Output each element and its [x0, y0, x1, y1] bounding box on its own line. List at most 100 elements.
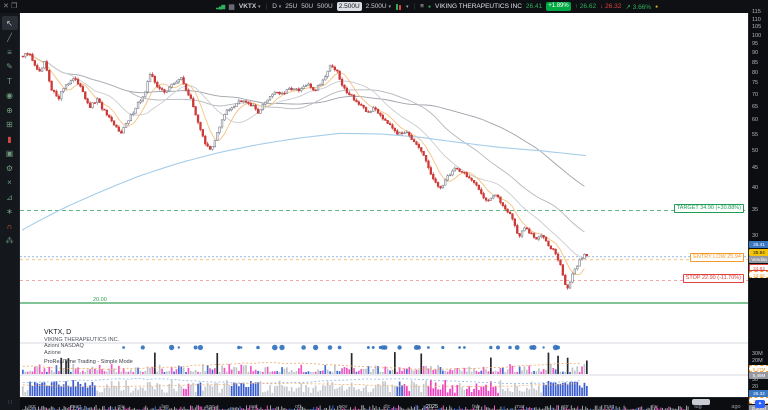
- time-axis-label: mag: [71, 404, 82, 410]
- symbol-logo-icon: ●: [428, 4, 431, 10]
- price-tick: 30: [752, 233, 758, 239]
- entry-level-label[interactable]: ENTRY LOW 25.94: [690, 253, 744, 262]
- layout-grid-icon[interactable]: ▦: [228, 3, 235, 11]
- price-tick: 90: [752, 50, 758, 56]
- cursor-tool-icon[interactable]: ↖: [2, 16, 18, 30]
- time-axis-label: giu: [650, 404, 657, 410]
- time-axis-label: set: [250, 404, 257, 410]
- toolbar-separator: |: [266, 3, 268, 10]
- qty-button-25u[interactable]: 25U: [285, 3, 297, 10]
- volume-avg-axis-label: 5.47M: [749, 365, 768, 372]
- price-tick: 115: [752, 9, 761, 15]
- svg-text:20.00: 20.00: [93, 297, 107, 303]
- price-tick: 95: [752, 41, 758, 47]
- price-tick: 75: [752, 80, 758, 86]
- price-tick: 50: [752, 148, 758, 154]
- price-tick: 85: [752, 60, 758, 66]
- price-tick: 70: [752, 92, 758, 98]
- interval-button[interactable]: D ▾: [272, 3, 281, 10]
- price-tick: 100: [752, 33, 761, 39]
- osc-axis-tick: 30: [752, 377, 758, 383]
- time-axis-label: mar: [515, 404, 524, 410]
- zoom-in-tool-icon[interactable]: ⊕: [2, 103, 18, 117]
- chart-type-icon[interactable]: [395, 3, 402, 11]
- time-axis-label: nov: [339, 404, 348, 410]
- osc-axis-label-blue: 26.32: [749, 390, 768, 397]
- price-tick: 55: [752, 132, 758, 138]
- time-axis-label: ott: [295, 404, 301, 410]
- chat-icon[interactable]: ✦: [755, 400, 765, 408]
- delete-tool-icon[interactable]: ×: [2, 176, 18, 190]
- time-axis-label: lug: [694, 404, 701, 410]
- measure-tool-icon[interactable]: ⊿: [2, 190, 18, 204]
- drawing-toolbar: ↖╱≡✎T◉⊕⊞▮▣⚙×⊿∗∩⁂: [0, 13, 20, 410]
- time-axis-label: apr: [28, 404, 36, 410]
- time-axis-label: mag: [604, 404, 615, 410]
- symbol-button[interactable]: VKTX ▾: [239, 3, 261, 10]
- time-axis-label: ago: [731, 404, 740, 410]
- indicators-button[interactable]: ≡: [420, 3, 424, 10]
- qty-button-500u[interactable]: 500U: [317, 3, 333, 10]
- brush-tool-icon[interactable]: ✎: [2, 60, 18, 74]
- stat-low: ↓ 26.32: [600, 3, 621, 10]
- time-axis-label: giu: [117, 404, 124, 410]
- alt-price-axis-label: 24.08: [749, 271, 768, 278]
- stat-high: ↑ 26.62: [575, 3, 596, 10]
- position-tool-icon[interactable]: ▮: [2, 132, 18, 146]
- chevron-down-icon: ▾: [388, 4, 391, 10]
- chevron-down-icon: ▾: [279, 4, 282, 10]
- magnet-tool-icon[interactable]: ∩: [2, 219, 18, 233]
- sell-axis-label[interactable]: Vendita: [749, 256, 768, 263]
- time-axis[interactable]: apr mag giu lug ago set ott nov dic 2025 feb mar apr…: [20, 397, 748, 410]
- layout-tool-icon[interactable]: ⊞: [2, 118, 18, 132]
- price-tick: 40: [752, 185, 758, 191]
- time-axis-label: dic: [383, 404, 390, 410]
- time-axis-label: ago: [205, 404, 214, 410]
- window-close-button[interactable]: ✕: [3, 1, 9, 12]
- window-restore-button[interactable]: ❐: [11, 1, 17, 12]
- qty-button-selected[interactable]: 2.500U: [337, 2, 362, 11]
- time-axis-label: apr: [561, 404, 569, 410]
- fib-tool-icon[interactable]: ≡: [2, 45, 18, 59]
- price-tick: 80: [752, 70, 758, 76]
- time-axis-label: feb: [472, 404, 480, 410]
- stop-level-label[interactable]: STOP 22.90 (-11.70%): [683, 274, 744, 283]
- signal-bars-icon[interactable]: ▂▄▆: [216, 4, 224, 10]
- time-axis-label: 2025: [426, 404, 438, 410]
- top-toolbar: ✕ ❐ ▂▄▆ ▦ VKTX ▾ | D ▾ 25U 50U 500U 2.50…: [0, 0, 768, 13]
- trading-app-window: ✕ ❐ ▂▄▆ ▦ VKTX ▾ | D ▾ 25U 50U 500U 2.50…: [0, 0, 768, 410]
- price-axis[interactable]: 26.41 25.94 Vendita 24.83 24.08 30M 20M …: [748, 13, 768, 410]
- volume-axis-tick: 30M: [752, 351, 763, 357]
- price-tick: 65: [752, 104, 758, 110]
- price-tick: 35: [752, 207, 758, 213]
- market-status-icon: ●: [655, 4, 658, 10]
- price-tick: 60: [752, 117, 758, 123]
- chevron-down-icon: ▾: [258, 4, 261, 10]
- qty-button-50u[interactable]: 50U: [301, 3, 313, 10]
- symbol-title: VIKING THERAPEUTICS INC: [435, 3, 522, 10]
- entry-price-axis-label: 25.94: [749, 249, 768, 256]
- volume-axis-tick: 20M: [752, 358, 763, 364]
- settings-tool-icon[interactable]: ⚙: [2, 161, 18, 175]
- low-price-axis-label: 24.83: [749, 264, 768, 271]
- tree-tool-icon[interactable]: ⁂: [2, 234, 18, 248]
- axis-corner-grip[interactable]: ∷: [0, 397, 20, 410]
- price-tick: 110: [752, 17, 761, 23]
- pattern-tool-icon[interactable]: ∗: [2, 205, 18, 219]
- price-tick: 105: [752, 24, 761, 30]
- trendline-tool-icon[interactable]: ╱: [2, 31, 18, 45]
- qty-dropdown[interactable]: 2.500U ▾: [366, 3, 391, 10]
- price-tick: 45: [752, 165, 758, 171]
- last-price: 26.41: [526, 3, 542, 10]
- last-price-axis-label: 26.41: [749, 241, 768, 248]
- chart-canvas[interactable]: 20.00 VKTX, D VIKING THERAPEUTICS INC. A…: [20, 13, 748, 397]
- stat-range-pct: ↗ 3.66%: [625, 3, 651, 11]
- clone-tool-icon[interactable]: ▣: [2, 147, 18, 161]
- alert-tool-icon[interactable]: ◉: [2, 89, 18, 103]
- toolbar-separator: |: [413, 3, 415, 10]
- text-tool-icon[interactable]: T: [2, 74, 18, 88]
- target-level-label[interactable]: TARGET 34.90 (+30.88%): [674, 204, 744, 213]
- change-badge: +1.89%: [546, 2, 571, 11]
- chevron-down-icon[interactable]: ▾: [406, 4, 409, 10]
- time-axis-label: lug: [161, 404, 168, 410]
